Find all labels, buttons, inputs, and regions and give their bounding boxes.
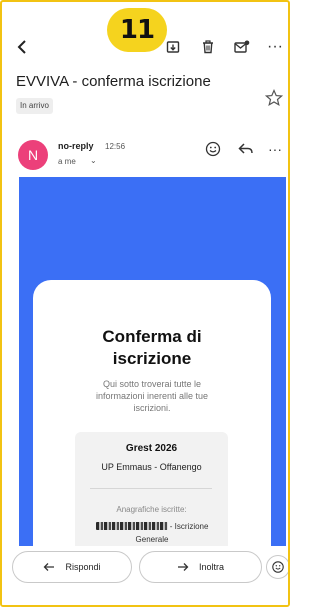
confirmation-title: Conferma di iscrizione [2,326,288,370]
reply-icon [238,143,253,154]
recipient-label[interactable]: a me [58,157,76,166]
delete-button[interactable] [197,32,219,62]
mark-unread-button[interactable] [231,32,253,62]
more-icon: ··· [267,38,283,55]
more-options-button[interactable]: ··· [265,32,285,62]
email-screen: 11 ··· EVVIVA - conferma iscrizione In a… [0,0,290,607]
avatar[interactable]: N [18,140,48,170]
star-icon [264,88,284,107]
forward-icon [177,563,189,571]
smiley-icon [272,561,284,573]
confirmation-subtitle: Qui sotto troverai tutte le informazioni… [95,379,209,413]
message-more-button[interactable]: ··· [268,141,282,157]
divider [90,488,212,489]
parish-name: UP Emmaus - Offanengo [101,462,202,472]
sender-name: no-reply [58,141,94,151]
emoji-reaction-button[interactable] [266,555,288,579]
chevron-down-icon[interactable]: ⌄ [90,156,97,165]
forward-button[interactable]: Inoltra [139,551,262,583]
archive-icon [166,41,180,53]
reply-icon [44,563,55,571]
step-number: 11 [119,15,155,45]
back-button[interactable] [12,32,32,62]
forward-label: Inoltra [198,562,224,572]
title-line-2: iscrizione [112,349,192,368]
mail-unread-icon [234,40,250,53]
reply-icon-button[interactable] [236,139,256,159]
title-line-1: Conferma di [102,327,202,346]
star-button[interactable] [264,88,284,108]
reply-label: Rispondi [65,562,101,572]
event-name: Grest 2026 [125,443,178,454]
registration-entry: - Iscrizione Generale [82,520,222,546]
registrations-label: Anagrafiche iscritte: [116,505,187,514]
trash-icon [203,40,213,54]
inbox-label-chip[interactable]: In arrivo [16,98,53,114]
arrow-back-icon [17,40,26,54]
redacted-name [95,522,168,530]
email-subject: EVVIVA - conferma iscrizione [16,73,211,90]
smiley-icon [205,141,221,157]
email-time: 12:56 [105,142,126,151]
step-badge: 11 [107,8,167,52]
reply-button[interactable]: Rispondi [12,551,132,583]
add-reaction-button[interactable] [203,139,223,159]
